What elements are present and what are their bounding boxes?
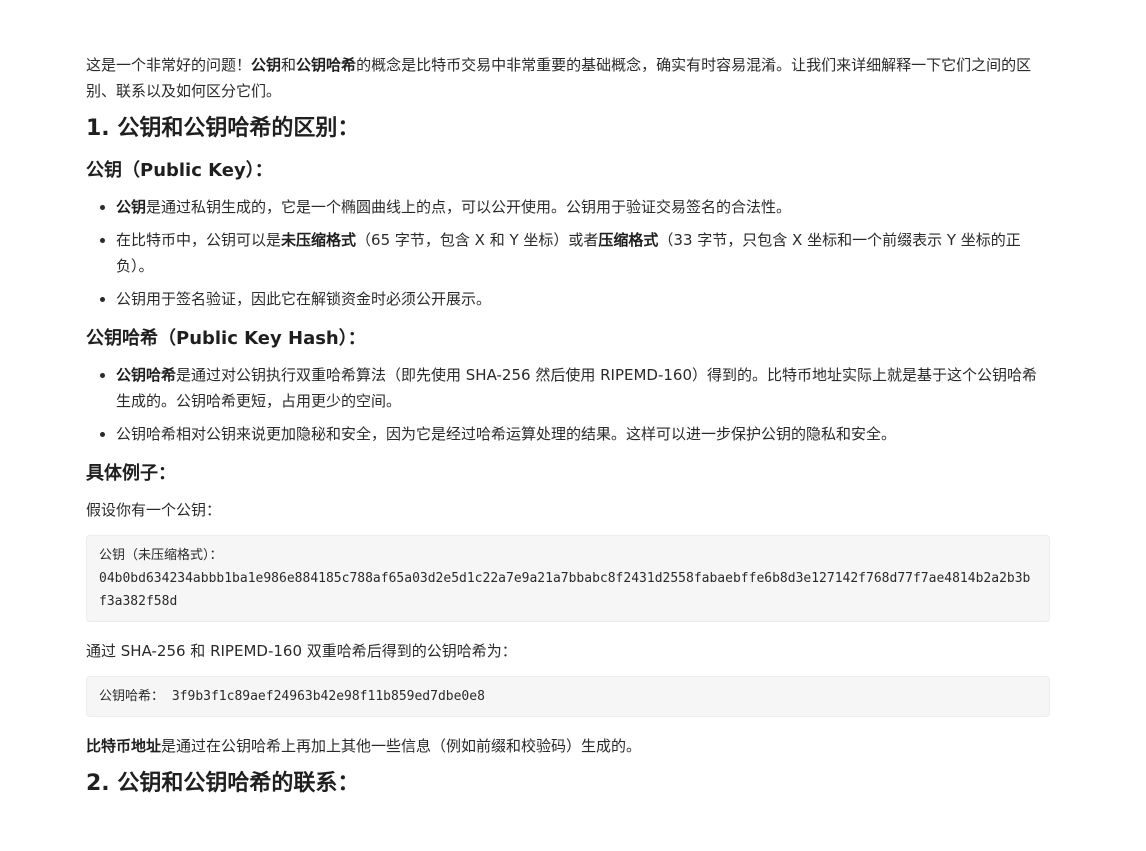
list-item-bold: 未压缩格式: [281, 231, 357, 249]
section-1-heading: 1. 公钥和公钥哈希的区别：: [86, 116, 360, 141]
public-key-hash-list: 公钥哈希是通过对公钥执行双重哈希算法（即先使用 SHA-256 然后使用 RIP…: [86, 362, 1050, 447]
list-item: 公钥是通过私钥生成的，它是一个椭圆曲线上的点，可以公开使用。公钥用于验证交易签名…: [116, 194, 1050, 220]
intro-text: 和: [281, 56, 297, 74]
code-block-public-key[interactable]: 公钥（未压缩格式）： 04b0bd634234abbb1ba1e986e8841…: [86, 535, 1050, 622]
code-block-public-key-hash[interactable]: 公钥哈希： 3f9b3f1c89aef24963b42e98f11b859ed7…: [86, 676, 1050, 717]
list-item: 公钥哈希是通过对公钥执行双重哈希算法（即先使用 SHA-256 然后使用 RIP…: [116, 362, 1050, 414]
section-2-heading: 2. 公钥和公钥哈希的联系：: [86, 771, 360, 796]
hash-description: 通过 SHA-256 和 RIPEMD-160 双重哈希后得到的公钥哈希为：: [86, 642, 517, 660]
list-item-text: 是通过私钥生成的，它是一个椭圆曲线上的点，可以公开使用。公钥用于验证交易签名的合…: [146, 198, 792, 216]
code-value: 04b0bd634234abbb1ba1e986e884185c788af65a…: [99, 571, 1031, 609]
intro-bold-public-key-hash: 公钥哈希: [296, 56, 357, 74]
list-item: 在比特币中，公钥可以是未压缩格式（65 字节，包含 X 和 Y 坐标）或者压缩格…: [116, 227, 1050, 279]
address-text: 是通过在公钥哈希上再加上其他一些信息（例如前缀和校验码）生成的。: [161, 737, 642, 755]
public-key-list: 公钥是通过私钥生成的，它是一个椭圆曲线上的点，可以公开使用。公钥用于验证交易签名…: [86, 194, 1050, 312]
list-item-text: 是通过对公钥执行双重哈希算法（即先使用 SHA-256 然后使用 RIPEMD-…: [116, 366, 1038, 410]
example-intro: 假设你有一个公钥：: [86, 501, 222, 519]
intro-bold-public-key: 公钥: [251, 56, 282, 74]
list-item-bold: 公钥: [116, 198, 147, 216]
list-item: 公钥哈希相对公钥来说更加隐秘和安全，因为它是经过哈希运算处理的结果。这样可以进一…: [116, 421, 1050, 447]
list-item-text: 公钥哈希相对公钥来说更加隐秘和安全，因为它是经过哈希运算处理的结果。这样可以进一…: [116, 425, 897, 443]
public-key-heading: 公钥（Public Key）：: [86, 160, 273, 181]
code-label: 公钥哈希：: [99, 689, 165, 704]
list-item-bold: 公钥哈希: [116, 366, 177, 384]
list-item-text: （65 字节，包含 X 和 Y 坐标）或者: [356, 231, 599, 249]
list-item-bold: 压缩格式: [598, 231, 659, 249]
intro-paragraph: 这是一个非常好的问题！公钥和公钥哈希的概念是比特币交易中非常重要的基础概念，确实…: [86, 52, 1050, 104]
address-bold: 比特币地址: [86, 737, 162, 755]
intro-text: 这是一个非常好的问题！: [86, 56, 252, 74]
list-item-text: 在比特币中，公钥可以是: [116, 231, 282, 249]
example-heading: 具体例子：: [86, 463, 176, 484]
list-item-text: 公钥用于签名验证，因此它在解锁资金时必须公开展示。: [116, 290, 492, 308]
code-label: 公钥（未压缩格式）：: [99, 548, 223, 563]
public-key-hash-heading: 公钥哈希（Public Key Hash）：: [86, 328, 366, 349]
code-value: 3f9b3f1c89aef24963b42e98f11b859ed7dbe0e8: [164, 689, 485, 704]
list-item: 公钥用于签名验证，因此它在解锁资金时必须公开展示。: [116, 286, 1050, 312]
chat-message-content: 这是一个非常好的问题！公钥和公钥哈希的概念是比特币交易中非常重要的基础概念，确实…: [86, 52, 1050, 811]
address-paragraph: 比特币地址是通过在公钥哈希上再加上其他一些信息（例如前缀和校验码）生成的。: [86, 733, 1050, 759]
